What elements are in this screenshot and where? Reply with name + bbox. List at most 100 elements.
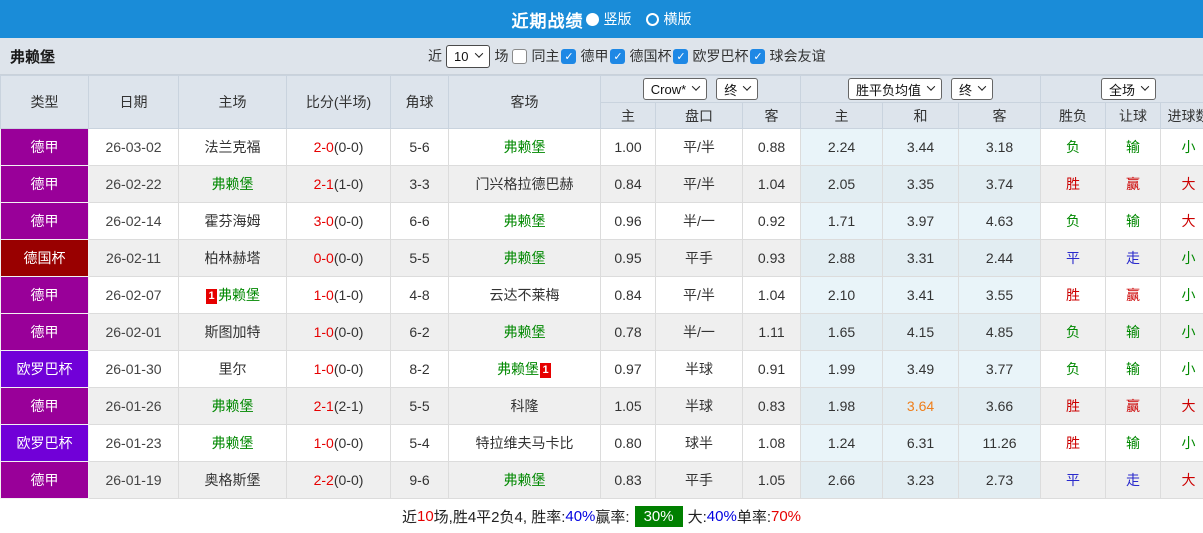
odds-home-cell: 0.84 — [601, 166, 656, 203]
league-filter-checkbox-friendly[interactable]: ✓ — [750, 49, 765, 64]
table-row: 德甲 26-02-07 1弗赖堡 1-0(1-0) 4-8 云达不莱梅 0.84… — [1, 277, 1203, 314]
away-team-cell[interactable]: 弗赖堡1 — [449, 351, 601, 388]
odds-handicap-cell: 平/半 — [656, 129, 743, 166]
odds-away-cell: 0.93 — [743, 240, 801, 277]
league-filter-checkbox-europa[interactable]: ✓ — [673, 49, 688, 64]
same-home-label[interactable]: 同主 — [531, 46, 559, 66]
same-home-checkbox[interactable] — [512, 49, 527, 64]
league-filter-label-friendly[interactable]: 球会友谊 — [769, 46, 825, 66]
result-handicap-cell: 输 — [1106, 351, 1161, 388]
avg-draw-cell: 3.35 — [883, 166, 959, 203]
horizontal-layout-label[interactable]: 横版 — [664, 9, 692, 29]
date-cell: 26-01-23 — [89, 425, 179, 462]
avg-odds-select[interactable]: 胜平负均值 — [848, 78, 942, 100]
result-wdl-cell: 负 — [1041, 129, 1106, 166]
home-team-cell[interactable]: 霍芬海姆 — [179, 203, 287, 240]
result-wdl-cell: 胜 — [1041, 277, 1106, 314]
bookmaker-select[interactable]: Crow* — [643, 78, 707, 100]
top-title-bar: 近期战绩 竖版 横版 — [0, 0, 1203, 38]
odds-home-cell: 1.05 — [601, 388, 656, 425]
header-home: 主场 — [179, 76, 287, 129]
odds-away-cell: 1.04 — [743, 166, 801, 203]
odds-away-cell: 0.83 — [743, 388, 801, 425]
away-team-cell[interactable]: 弗赖堡 — [449, 203, 601, 240]
league-filter-checkbox-bundesliga[interactable]: ✓ — [561, 49, 576, 64]
corner-cell: 3-3 — [391, 166, 449, 203]
result-wdl-cell: 负 — [1041, 314, 1106, 351]
home-team-cell[interactable]: 弗赖堡 — [179, 425, 287, 462]
result-goals-cell: 小 — [1161, 240, 1203, 277]
odds-stage-select[interactable]: 终 — [716, 78, 758, 100]
header-score: 比分(半场) — [287, 76, 391, 129]
league-badge: 德甲 — [1, 129, 89, 166]
avg-home-cell: 2.66 — [801, 462, 883, 499]
odds-select-group: Crow* 终 — [601, 76, 801, 103]
avg-stage-select[interactable]: 终 — [951, 78, 993, 100]
result-goals-cell: 小 — [1161, 277, 1203, 314]
league-filter-label-dfb-pokal[interactable]: 德国杯 — [629, 46, 671, 66]
league-filter-label-bundesliga[interactable]: 德甲 — [580, 46, 608, 66]
away-team-cell[interactable]: 云达不莱梅 — [449, 277, 601, 314]
summary-text: 近 — [402, 506, 417, 527]
corner-cell: 6-6 — [391, 203, 449, 240]
home-team-cell[interactable]: 柏林赫塔 — [179, 240, 287, 277]
avg-home-cell: 1.65 — [801, 314, 883, 351]
header-odds-home: 主 — [601, 103, 656, 129]
table-row: 欧罗巴杯 26-01-23 弗赖堡 1-0(0-0) 5-4 特拉维夫马卡比 0… — [1, 425, 1203, 462]
odds-home-cell: 0.78 — [601, 314, 656, 351]
result-goals-cell: 大 — [1161, 388, 1203, 425]
result-handicap-cell: 赢 — [1106, 166, 1161, 203]
avg-draw-cell: 3.97 — [883, 203, 959, 240]
result-wdl-cell: 负 — [1041, 351, 1106, 388]
home-team-cell[interactable]: 弗赖堡 — [179, 388, 287, 425]
league-filter-checkbox-dfb-pokal[interactable]: ✓ — [610, 49, 625, 64]
score-cell: 1-0(0-0) — [287, 351, 391, 388]
result-wdl-cell: 胜 — [1041, 388, 1106, 425]
home-team-cell[interactable]: 法兰克福 — [179, 129, 287, 166]
summary-text: 场,胜4平2负4, 胜率: — [434, 506, 566, 527]
away-team-cell[interactable]: 特拉维夫马卡比 — [449, 425, 601, 462]
league-badge: 德甲 — [1, 462, 89, 499]
home-team-cell[interactable]: 奥格斯堡 — [179, 462, 287, 499]
home-team-cell[interactable]: 弗赖堡 — [179, 166, 287, 203]
result-handicap-cell: 输 — [1106, 425, 1161, 462]
horizontal-layout-radio[interactable] — [646, 13, 659, 26]
league-badge: 德甲 — [1, 277, 89, 314]
header-odds-away: 客 — [743, 103, 801, 129]
home-team-cell[interactable]: 里尔 — [179, 351, 287, 388]
result-goals-cell: 小 — [1161, 351, 1203, 388]
odds-away-cell: 0.91 — [743, 351, 801, 388]
away-team-cell[interactable]: 弗赖堡 — [449, 240, 601, 277]
score-cell: 1-0(1-0) — [287, 277, 391, 314]
summary-single-rate: 70% — [771, 508, 801, 525]
home-team-cell[interactable]: 斯图加特 — [179, 314, 287, 351]
result-wdl-cell: 平 — [1041, 462, 1106, 499]
table-row: 德甲 26-03-02 法兰克福 2-0(0-0) 5-6 弗赖堡 1.00 平… — [1, 129, 1203, 166]
odds-handicap-cell: 半/一 — [656, 314, 743, 351]
home-team-cell[interactable]: 1弗赖堡 — [179, 277, 287, 314]
away-team-cell[interactable]: 科隆 — [449, 388, 601, 425]
away-team-cell[interactable]: 弗赖堡 — [449, 314, 601, 351]
summary-bar: 近10场,胜4平2负4, 胜率:40% 赢率:30% 大:40% 单率:70% — [0, 499, 1203, 533]
avg-home-cell: 1.99 — [801, 351, 883, 388]
avg-select-group: 胜平负均值 终 — [801, 76, 1041, 103]
avg-home-cell: 1.24 — [801, 425, 883, 462]
summary-text: 大: — [688, 506, 707, 527]
filter-bar: 弗赖堡 近 10 场 同主 ✓ 德甲 ✓ 德国杯 ✓ 欧罗巴杯 ✓ 球会友谊 — [0, 38, 1203, 75]
fulltime-select[interactable]: 全场 — [1101, 78, 1156, 100]
away-team-cell[interactable]: 门兴格拉德巴赫 — [449, 166, 601, 203]
date-cell: 26-01-19 — [89, 462, 179, 499]
score-cell: 1-0(0-0) — [287, 425, 391, 462]
odds-home-cell: 0.84 — [601, 277, 656, 314]
date-cell: 26-03-02 — [89, 129, 179, 166]
away-team-cell[interactable]: 弗赖堡 — [449, 129, 601, 166]
vertical-layout-radio[interactable] — [586, 13, 599, 26]
away-team-cell[interactable]: 弗赖堡 — [449, 462, 601, 499]
avg-home-cell: 1.98 — [801, 388, 883, 425]
score-cell: 1-0(0-0) — [287, 314, 391, 351]
vertical-layout-label[interactable]: 竖版 — [604, 9, 632, 29]
corner-cell: 8-2 — [391, 351, 449, 388]
match-count-select[interactable]: 10 — [446, 45, 490, 68]
league-filter-label-europa[interactable]: 欧罗巴杯 — [692, 46, 748, 66]
avg-draw-cell: 4.15 — [883, 314, 959, 351]
